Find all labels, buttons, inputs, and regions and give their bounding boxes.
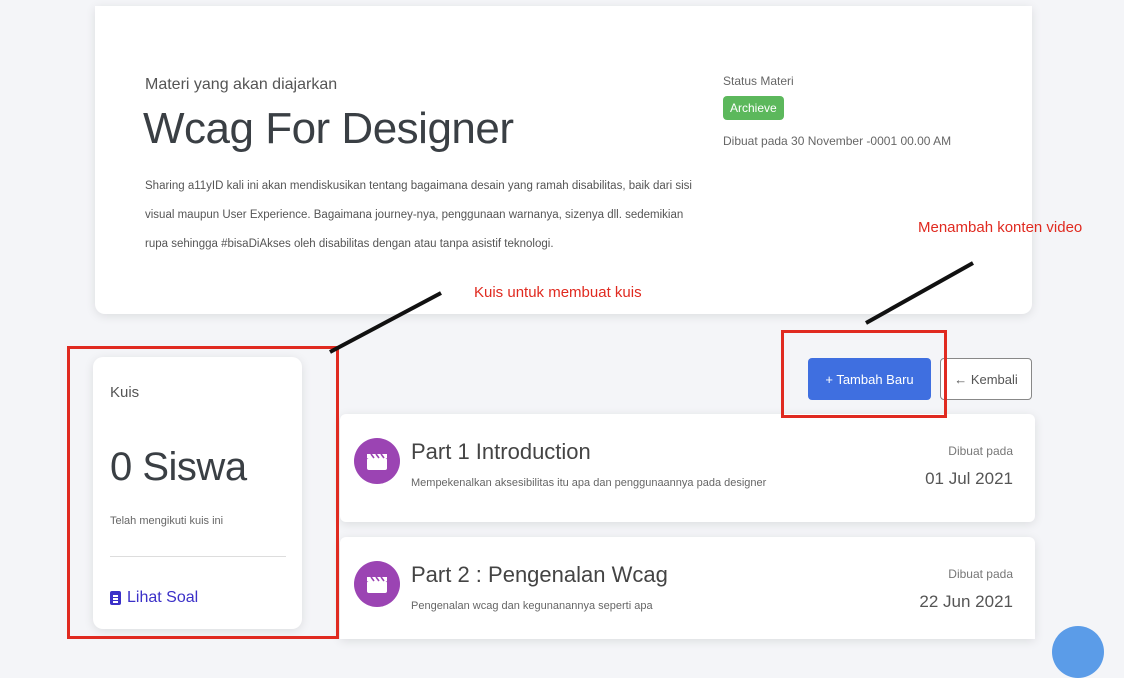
annotation-pointer-lines xyxy=(329,261,974,354)
